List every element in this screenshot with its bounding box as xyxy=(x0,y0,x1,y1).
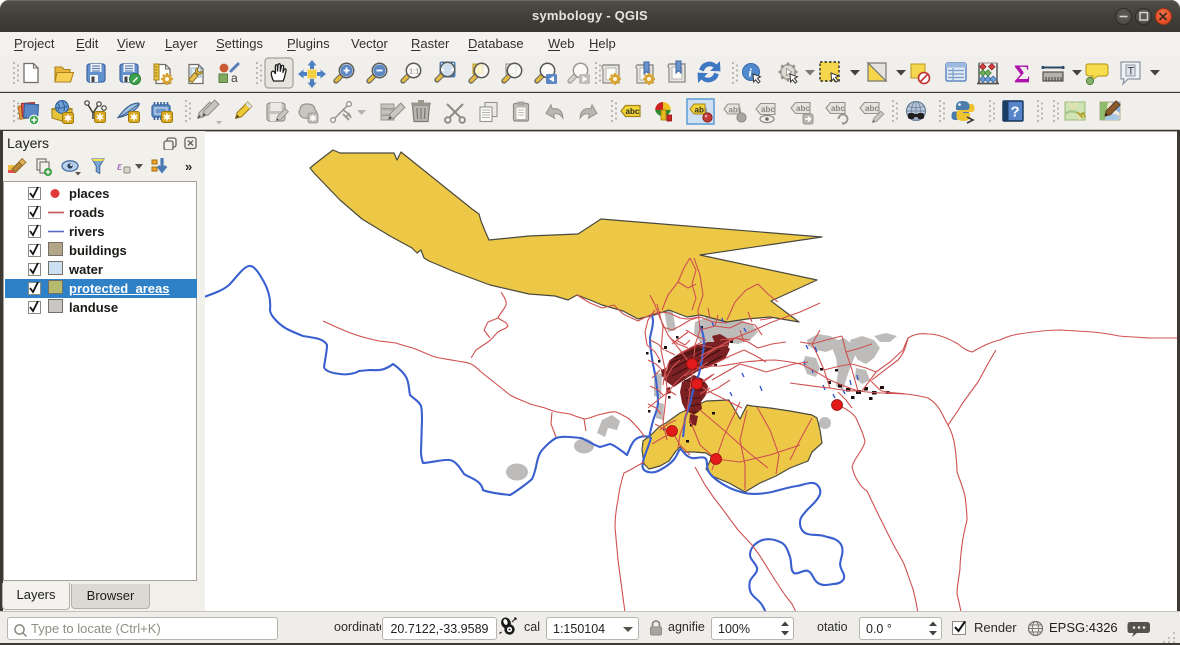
svg-text:a: a xyxy=(231,71,238,85)
svg-text:ab: ab xyxy=(729,106,738,115)
svg-text:abc: abc xyxy=(626,107,640,116)
svg-text:?: ? xyxy=(1011,104,1020,121)
svg-text:Σ: Σ xyxy=(1014,61,1030,88)
svg-text:ε: ε xyxy=(117,158,123,173)
svg-text:»: » xyxy=(185,159,192,174)
svg-text:ab: ab xyxy=(695,106,704,115)
svg-text:T: T xyxy=(1128,66,1135,78)
svg-text:1:1: 1:1 xyxy=(409,67,419,76)
